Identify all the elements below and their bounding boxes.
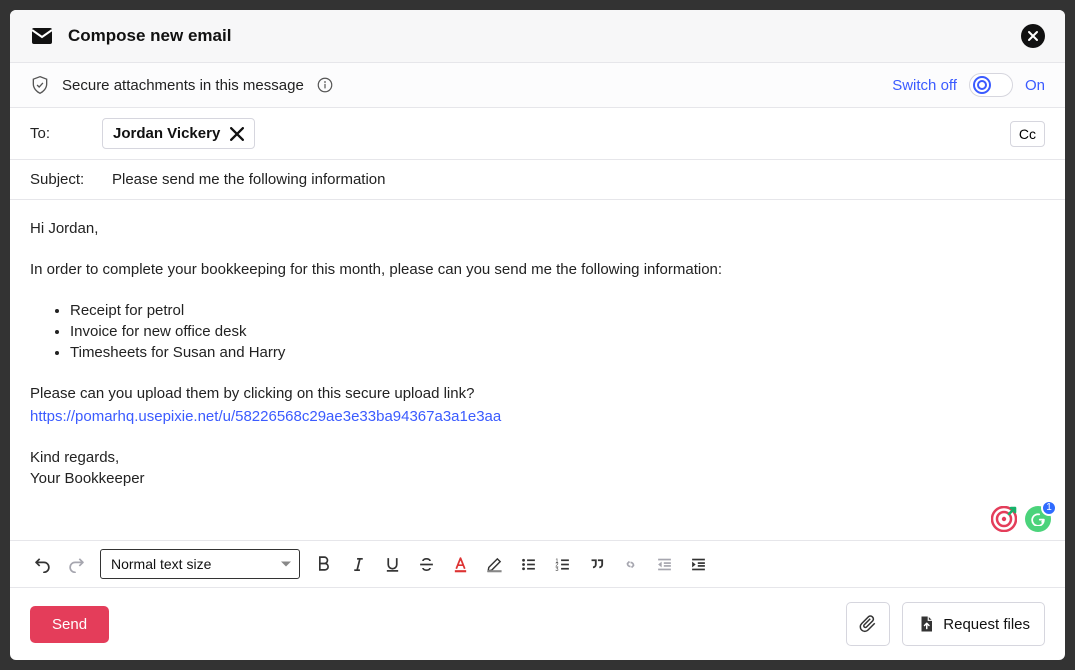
recipient-chip[interactable]: Jordan Vickery — [102, 118, 255, 149]
quote-button[interactable] — [584, 552, 608, 576]
underline-button[interactable] — [380, 552, 404, 576]
file-upload-icon — [917, 615, 935, 633]
to-row: To: Jordan Vickery Cc — [10, 108, 1065, 160]
body-intro: In order to complete your bookkeeping fo… — [30, 259, 1045, 280]
indent-button[interactable] — [686, 552, 710, 576]
modal-header: Compose new email — [10, 10, 1065, 63]
info-icon[interactable] — [316, 76, 334, 94]
send-button[interactable]: Send — [30, 606, 109, 643]
body-request-list: Receipt for petrol Invoice for new offic… — [30, 300, 1045, 363]
secure-toggle[interactable] — [969, 73, 1013, 97]
recipient-name: Jordan Vickery — [113, 125, 220, 142]
link-button[interactable] — [618, 552, 642, 576]
subject-input[interactable] — [110, 170, 1045, 189]
switch-off-link[interactable]: Switch off — [892, 77, 957, 94]
shield-icon — [30, 75, 50, 95]
redo-button[interactable] — [64, 552, 88, 576]
bullet-list-button[interactable] — [516, 552, 540, 576]
on-label[interactable]: On — [1025, 77, 1045, 94]
sig-line: Your Bookkeeper — [30, 468, 1045, 489]
editor-toolbar: Normal text size — [10, 540, 1065, 587]
sig-line: Kind regards, — [30, 447, 1045, 468]
secure-attachments-label: Secure attachments in this message — [62, 77, 304, 94]
highlight-button[interactable] — [482, 552, 506, 576]
undo-button[interactable] — [30, 552, 54, 576]
strikethrough-button[interactable] — [414, 552, 438, 576]
email-body-editor[interactable]: Hi Jordan, In order to complete your boo… — [10, 200, 1065, 540]
secure-attachments-bar: Secure attachments in this message Switc… — [10, 63, 1065, 108]
to-label: To: — [30, 125, 86, 142]
grammar-badge[interactable]: 1 — [1025, 506, 1051, 532]
request-files-button[interactable]: Request files — [902, 602, 1045, 646]
list-item: Invoice for new office desk — [70, 321, 1045, 342]
paperclip-icon — [859, 615, 877, 633]
list-item: Receipt for petrol — [70, 300, 1045, 321]
signature: Kind regards, Your Bookkeeper — [30, 447, 1045, 489]
list-item: Timesheets for Susan and Harry — [70, 342, 1045, 363]
body-greeting: Hi Jordan, — [30, 218, 1045, 239]
request-files-label: Request files — [943, 616, 1030, 633]
grammar-badge-count: 1 — [1041, 500, 1057, 516]
close-button[interactable] — [1021, 24, 1045, 48]
modal-title: Compose new email — [68, 26, 231, 46]
secure-upload-link[interactable]: https://pomarhq.usepixie.net/u/58226568c… — [30, 408, 501, 425]
outdent-button[interactable] — [652, 552, 676, 576]
compose-modal: Compose new email Secure attachments in … — [10, 10, 1065, 660]
subject-label: Subject: — [30, 171, 94, 188]
italic-button[interactable] — [346, 552, 370, 576]
cc-button[interactable]: Cc — [1010, 121, 1045, 147]
target-icon[interactable] — [991, 506, 1017, 532]
subject-row: Subject: — [10, 160, 1065, 200]
svg-text:3: 3 — [555, 566, 558, 572]
font-size-select[interactable]: Normal text size — [100, 549, 300, 579]
text-color-button[interactable] — [448, 552, 472, 576]
compose-footer: Send Request files — [10, 587, 1065, 660]
numbered-list-button[interactable]: 123 — [550, 552, 574, 576]
body-upload-prompt: Please can you upload them by clicking o… — [30, 383, 1045, 404]
envelope-icon — [30, 24, 54, 48]
chevron-down-icon — [281, 562, 291, 567]
bold-button[interactable] — [312, 552, 336, 576]
remove-recipient-icon[interactable] — [230, 127, 244, 141]
attach-file-button[interactable] — [846, 602, 890, 646]
floating-badges: 1 — [991, 506, 1051, 532]
font-size-value: Normal text size — [111, 556, 211, 572]
